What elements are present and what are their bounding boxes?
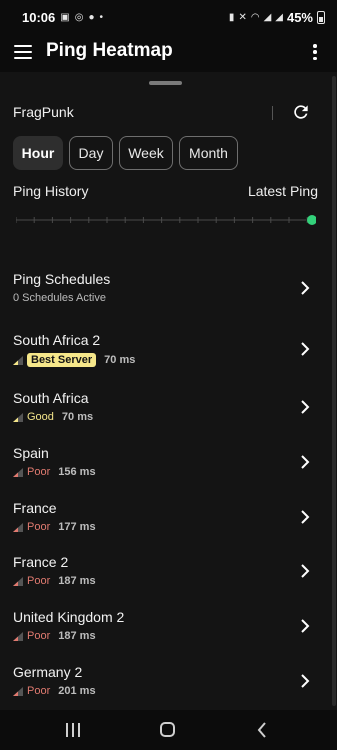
- server-name: Spain: [13, 445, 49, 461]
- server-name: Germany 2: [13, 664, 83, 680]
- server-row[interactable]: United Kingdom 2 Poor 187 ms: [0, 609, 330, 663]
- refresh-icon[interactable]: [291, 102, 311, 122]
- tab-week[interactable]: Week: [119, 136, 173, 170]
- server-row[interactable]: France Poor 177 ms: [0, 500, 330, 554]
- server-name: South Africa: [13, 390, 89, 406]
- chevron-right-icon: [301, 564, 310, 578]
- ping-schedules-row[interactable]: Ping Schedules 0 Schedules Active: [0, 271, 330, 325]
- more-vert-icon[interactable]: [313, 44, 317, 60]
- chevron-right-icon: [301, 674, 310, 688]
- chevron-right-icon: [301, 619, 310, 633]
- battery-saver-icon: ▮: [228, 11, 235, 23]
- chevron-right-icon: [301, 455, 310, 469]
- server-row[interactable]: France 2 Poor 187 ms: [0, 554, 330, 608]
- more-notifications-icon: •: [99, 11, 103, 23]
- signal-strength-icon: [13, 467, 23, 477]
- bottom-sheet: FragPunk Hour Day Week Month Ping Histor…: [0, 72, 337, 710]
- server-name: United Kingdom 2: [13, 609, 125, 625]
- server-status: Poor 187 ms: [13, 575, 96, 587]
- cell-signal-icon: ◢: [263, 11, 272, 23]
- back-icon[interactable]: [256, 721, 268, 739]
- status-bar: 10:06 ▣ ◎ ● • ▮ ✕ ◠ ◢ ◢ 45%: [0, 0, 337, 34]
- server-status: Poor 177 ms: [13, 521, 96, 533]
- row-subtitle: 0 Schedules Active: [13, 292, 106, 304]
- ping-value: 201 ms: [58, 685, 96, 697]
- server-status: Best Server 70 ms: [13, 353, 135, 367]
- gallery-notification-icon: ▣: [60, 11, 70, 23]
- server-status: Good 70 ms: [13, 411, 93, 423]
- ping-value: 70 ms: [104, 354, 136, 366]
- signal-strength-icon: [13, 522, 23, 532]
- battery-icon: [317, 10, 325, 24]
- wifi-icon: ◠: [250, 11, 260, 23]
- signal-strength-icon: [13, 631, 23, 641]
- ping-value: 70 ms: [61, 411, 94, 423]
- instagram-notification-icon: ◎: [74, 11, 84, 23]
- server-name: France: [13, 500, 57, 516]
- quality-label: Poor: [27, 521, 51, 533]
- quality-label: Poor: [27, 466, 51, 478]
- ping-history-label: Ping History: [13, 183, 89, 199]
- tab-month[interactable]: Month: [179, 136, 238, 170]
- range-tabs: Hour Day Week Month: [13, 136, 238, 170]
- drag-handle[interactable]: [149, 81, 182, 85]
- server-status: Poor 187 ms: [13, 630, 96, 642]
- chevron-right-icon: [301, 342, 310, 356]
- cell-signal-2-icon: ◢: [275, 11, 283, 23]
- ping-history-timeline: [16, 215, 316, 225]
- ping-value: 177 ms: [58, 521, 96, 533]
- server-name: France 2: [13, 554, 69, 570]
- ping-value: 187 ms: [58, 630, 96, 642]
- battery-percent: 45%: [286, 9, 313, 25]
- home-icon[interactable]: [160, 722, 175, 737]
- chevron-right-icon: [301, 510, 310, 524]
- quality-label: Poor: [27, 575, 51, 587]
- server-status: Poor 156 ms: [13, 466, 96, 478]
- reddit-notification-icon: ●: [88, 11, 95, 23]
- server-row[interactable]: South Africa Good 70 ms: [0, 390, 330, 444]
- signal-strength-icon: [13, 576, 23, 586]
- mute-icon: ✕: [238, 11, 247, 23]
- signal-strength-icon: [13, 355, 23, 365]
- quality-label: Poor: [27, 630, 51, 642]
- page-title: Ping Heatmap: [46, 40, 173, 61]
- game-title: FragPunk: [13, 104, 74, 120]
- recent-apps-icon[interactable]: [66, 723, 80, 737]
- scrollbar[interactable]: [332, 76, 336, 706]
- server-row[interactable]: South Africa 2 Best Server 70 ms: [0, 332, 330, 386]
- chevron-right-icon: [301, 400, 310, 414]
- quality-label: Good: [27, 411, 54, 423]
- ping-value: 156 ms: [58, 466, 96, 478]
- server-name: South Africa 2: [13, 332, 101, 348]
- tab-day[interactable]: Day: [69, 136, 113, 170]
- signal-strength-icon: [13, 412, 23, 422]
- server-row[interactable]: Spain Poor 156 ms: [0, 445, 330, 499]
- tab-hour[interactable]: Hour: [13, 136, 63, 170]
- app-bar: Ping Heatmap: [0, 34, 337, 70]
- latest-ping-dot: [307, 215, 316, 225]
- chevron-right-icon: [301, 281, 310, 295]
- quality-badge: Best Server: [27, 353, 97, 367]
- signal-strength-icon: [13, 686, 23, 696]
- status-time: 10:06: [22, 9, 56, 25]
- latest-ping-label: Latest Ping: [247, 183, 318, 199]
- server-status: Poor 201 ms: [13, 685, 96, 697]
- menu-icon[interactable]: [14, 45, 32, 59]
- divider: [272, 106, 273, 120]
- system-nav-bar: [0, 710, 337, 750]
- quality-label: Poor: [27, 685, 51, 697]
- ping-value: 187 ms: [58, 575, 96, 587]
- row-title: Ping Schedules: [13, 271, 111, 287]
